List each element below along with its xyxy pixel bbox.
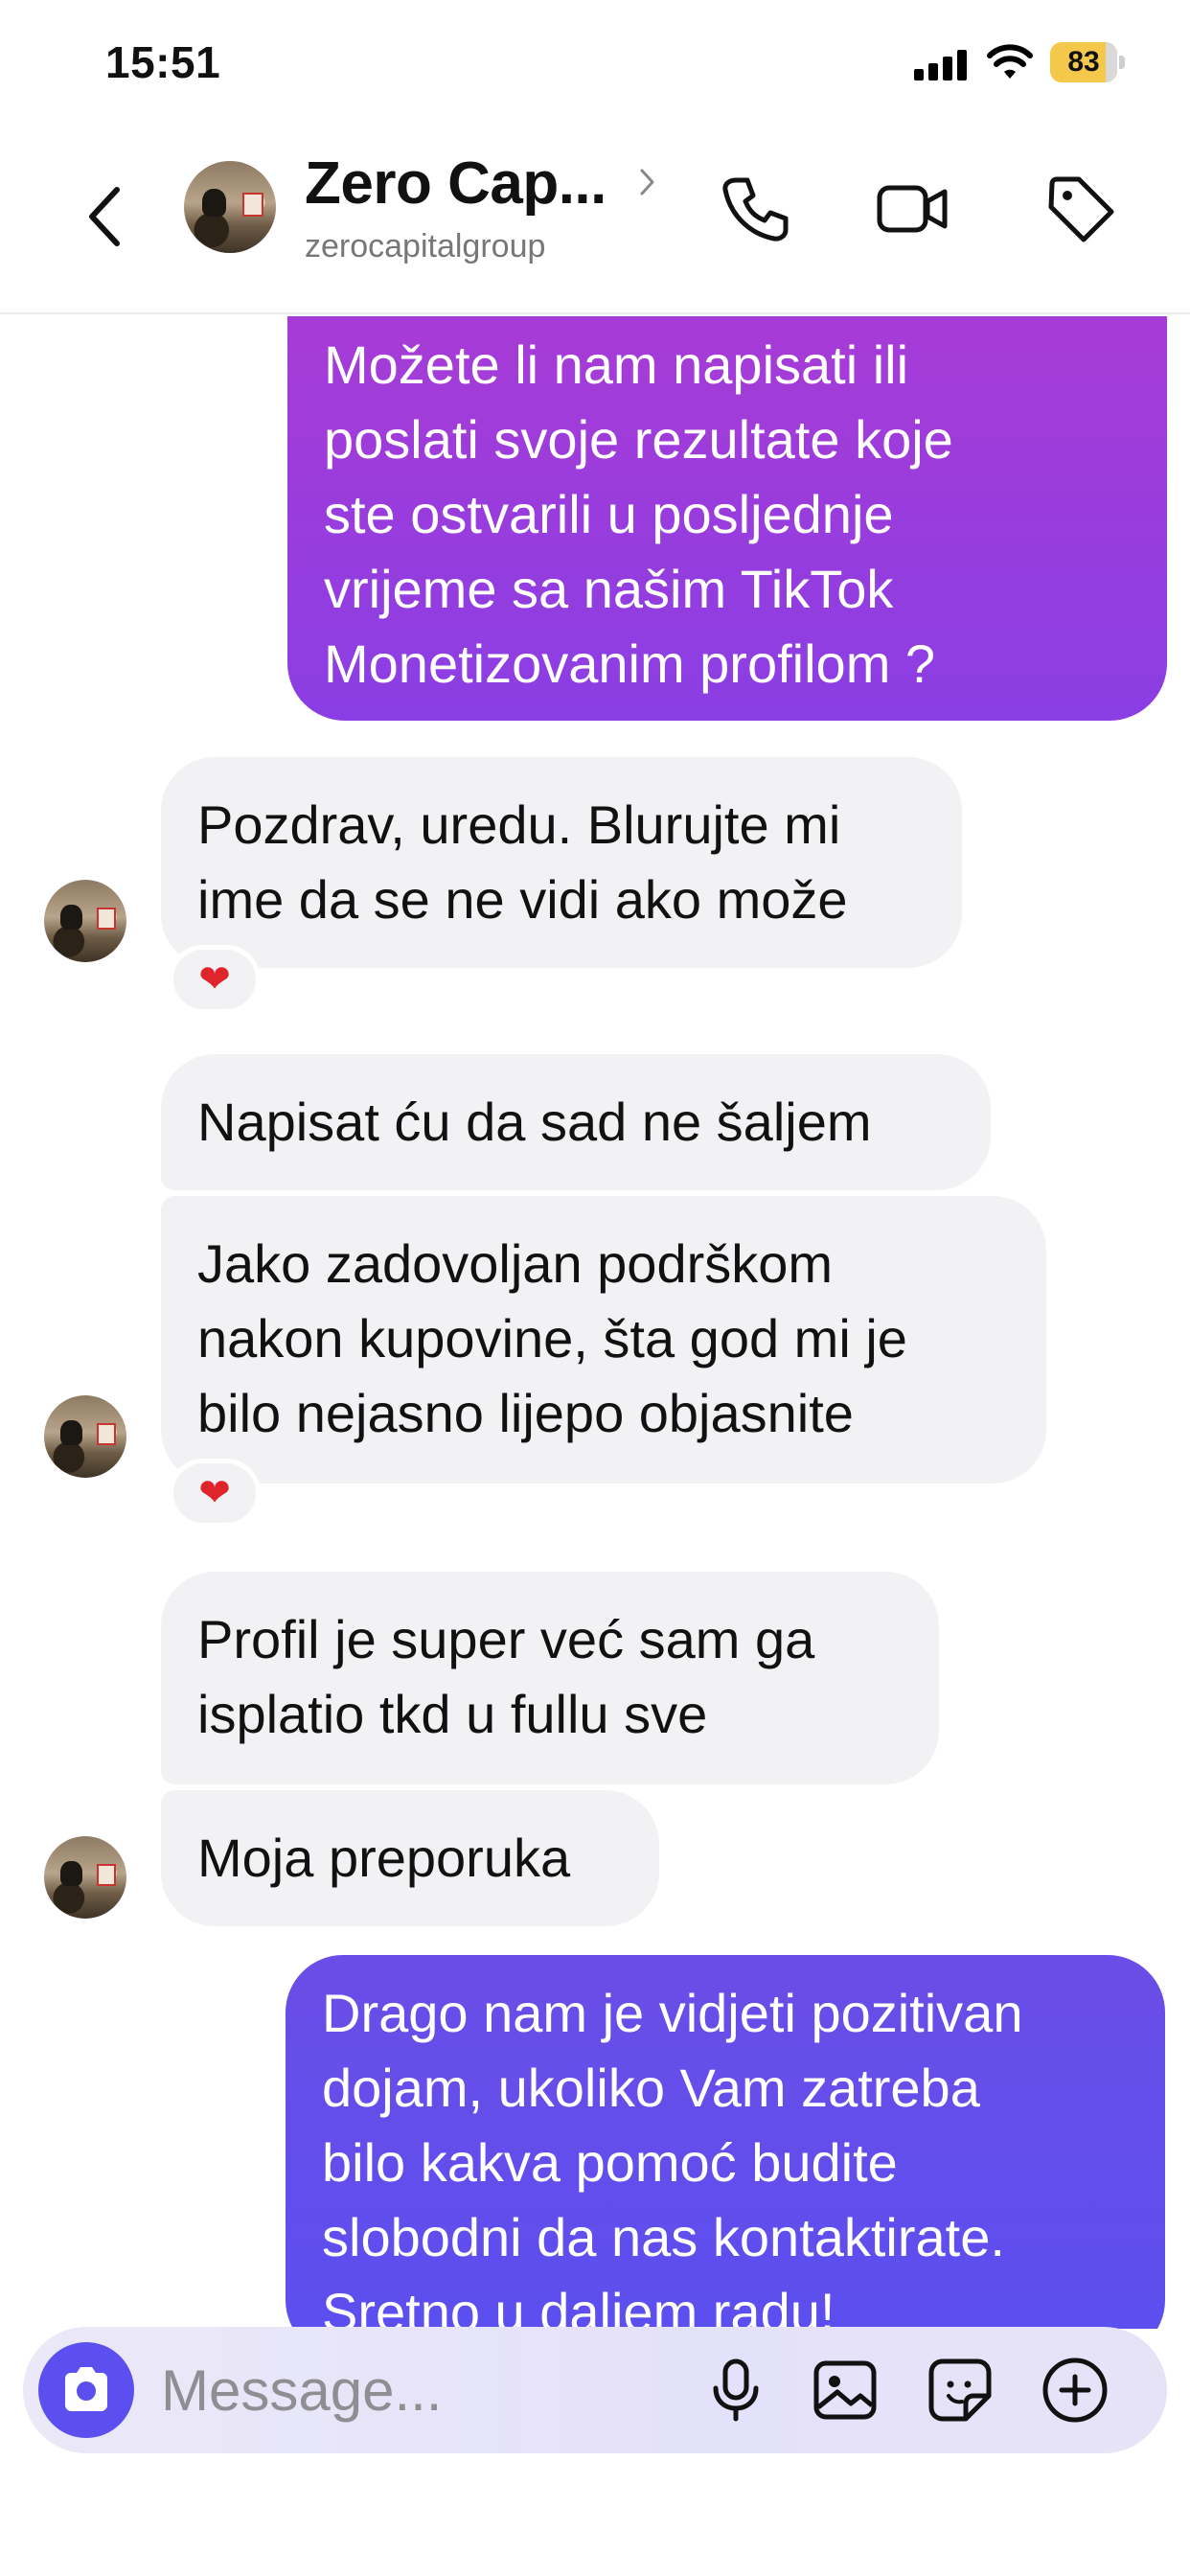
outgoing-message[interactable]: Drago nam je vidjeti pozitivan dojam, uk… xyxy=(286,1955,1165,2329)
back-arrow-icon[interactable] xyxy=(77,172,134,259)
heart-reaction-icon[interactable]: ❤ xyxy=(169,1459,261,1528)
heart-reaction-icon[interactable]: ❤ xyxy=(169,945,261,1014)
phone-icon[interactable] xyxy=(717,171,793,247)
tag-icon[interactable] xyxy=(1042,171,1119,247)
incoming-message[interactable]: Jako zadovoljan podrškom nakon kupovine,… xyxy=(161,1196,1046,1484)
message-composer xyxy=(23,2327,1167,2453)
battery-icon: 83 xyxy=(1050,42,1125,82)
message-thread[interactable]: Možete li nam napisati ili poslati svoje… xyxy=(0,316,1190,2329)
sender-avatar[interactable] xyxy=(44,880,126,962)
outgoing-message[interactable]: Možete li nam napisati ili poslati svoje… xyxy=(287,316,1167,721)
contact-name[interactable]: Zero Cap... xyxy=(305,150,606,218)
plus-circle-icon[interactable] xyxy=(1039,2354,1111,2426)
wifi-icon xyxy=(987,44,1033,79)
chevron-right-icon[interactable] xyxy=(638,165,657,199)
sticker-icon[interactable] xyxy=(924,2354,996,2426)
microphone-icon[interactable] xyxy=(699,2354,772,2426)
message-input[interactable] xyxy=(161,2356,698,2425)
cellular-signal-icon xyxy=(914,50,968,80)
status-time: 15:51 xyxy=(105,37,221,87)
incoming-message[interactable]: Napisat ću da sad ne šaljem xyxy=(161,1054,991,1190)
status-bar: 15:51 83 xyxy=(0,0,1190,134)
battery-level: 83 xyxy=(1067,46,1100,78)
gallery-icon[interactable] xyxy=(809,2354,881,2426)
contact-handle: zerocapitalgroup xyxy=(305,228,546,264)
incoming-message[interactable]: Profil je super već sam ga isplatio tkd … xyxy=(161,1572,939,1784)
camera-button[interactable] xyxy=(38,2342,134,2438)
contact-avatar[interactable] xyxy=(184,161,276,253)
sender-avatar[interactable] xyxy=(44,1836,126,1919)
chat-header: Zero Cap... zerocapitalgroup xyxy=(0,134,1190,314)
camera-icon xyxy=(65,2367,107,2411)
sender-avatar[interactable] xyxy=(44,1395,126,1478)
video-camera-icon[interactable] xyxy=(874,171,950,247)
incoming-message[interactable]: Moja preporuka xyxy=(161,1790,659,1926)
incoming-message[interactable]: Pozdrav, uredu. Blurujte mi ime da se ne… xyxy=(161,757,962,968)
